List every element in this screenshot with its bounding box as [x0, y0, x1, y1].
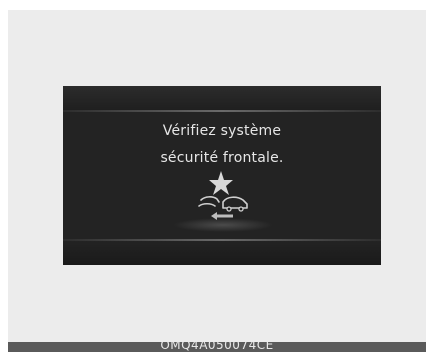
image-code-caption: OMQ4A050074CE: [160, 342, 274, 352]
warning-message-line-1: Vérifiez système: [162, 123, 282, 139]
rear-car-icon: [198, 196, 220, 207]
page: Vérifiez système sécurité frontale. OMQ4…: [0, 0, 434, 352]
forward-collision-warning-icon: [198, 171, 248, 220]
arrow-left-icon: [211, 212, 233, 220]
display-top-band: [63, 86, 381, 110]
cluster-display: Vérifiez système sécurité frontale.: [63, 86, 381, 265]
impact-star-icon: [209, 171, 233, 195]
display-top-divider: [63, 110, 381, 112]
caption-bar: OMQ4A050074CE: [8, 342, 426, 352]
warning-message-line-2: sécurité frontale.: [160, 150, 284, 166]
display-bottom-band: [63, 241, 381, 265]
front-car-icon: [222, 196, 248, 209]
